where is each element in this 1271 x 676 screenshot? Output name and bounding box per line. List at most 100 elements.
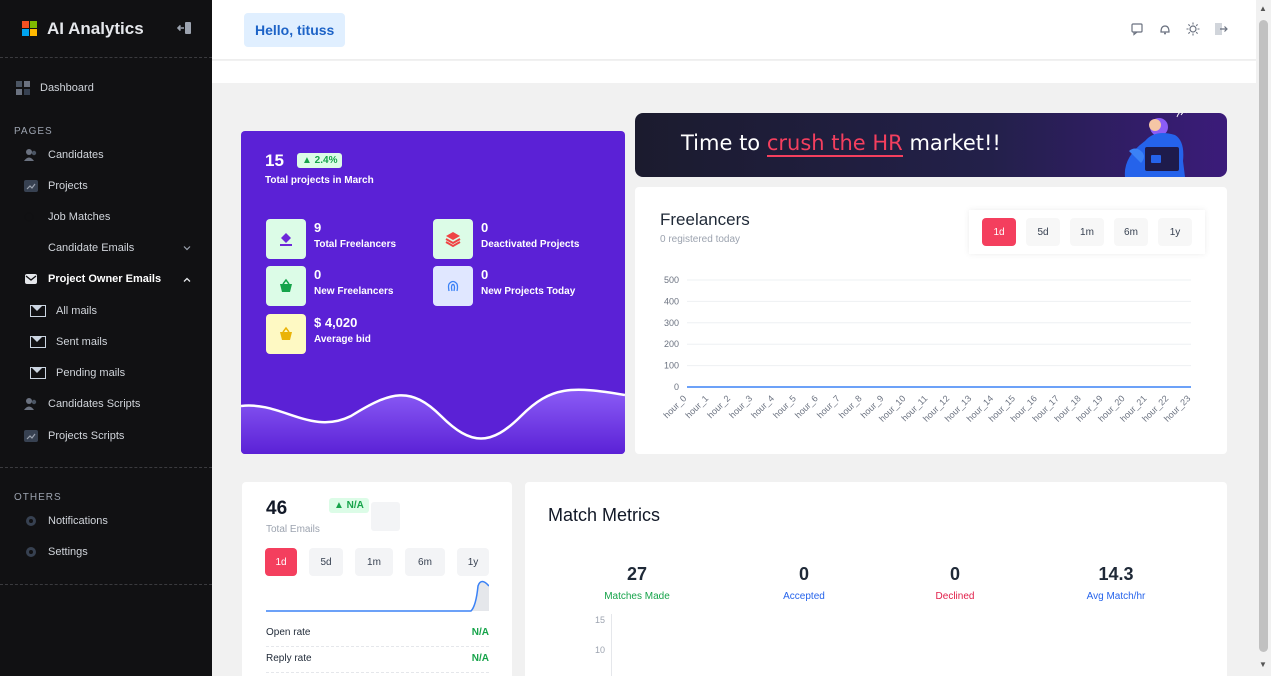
envelope-icon (30, 367, 46, 379)
range-6m-button[interactable]: 6m (405, 548, 445, 576)
range-1d-button[interactable]: 1d (265, 548, 297, 576)
metric-declined: 0 Declined (895, 564, 1015, 602)
metric-label: Accepted (783, 591, 825, 602)
decorative-wave (241, 388, 625, 454)
emails-change-badge: ▲ N/A (329, 498, 369, 513)
match-metrics-card: Match Metrics 27 Matches Made 0 Accepted… (525, 482, 1227, 676)
metric-matches-made: 27 Matches Made (577, 564, 697, 602)
metric-accepted: 0 Accepted (744, 564, 864, 602)
open-rate-value: N/A (471, 627, 489, 638)
chevron-up-icon[interactable] (183, 276, 191, 284)
metric-value: 27 (626, 564, 648, 584)
range-1d-button[interactable]: 1d (982, 218, 1016, 246)
stat-value: 0 (314, 267, 322, 282)
range-1y-button[interactable]: 1y (457, 548, 489, 576)
range-1y-button[interactable]: 1y (1158, 218, 1192, 246)
total-projects-value: 15 (265, 151, 284, 170)
sidebar-item-candidate-emails[interactable]: Candidate Emails (24, 239, 134, 257)
sidebar-item-projects-scripts[interactable]: Projects Scripts (24, 427, 124, 445)
page-scrollbar[interactable]: ▲ ▼ (1256, 0, 1271, 676)
range-1m-button[interactable]: 1m (355, 548, 393, 576)
sidebar-item-label: Settings (48, 546, 88, 558)
freelancers-title: Freelancers (660, 210, 750, 229)
y-tick-label: 100 (664, 361, 679, 371)
sidebar-subitem-all-mails[interactable]: All mails (30, 302, 97, 320)
mail-icon (24, 272, 38, 286)
open-rate-label: Open rate (266, 627, 311, 638)
banner-suffix: market!! (902, 131, 1001, 155)
emails-sparkline (266, 580, 489, 612)
chevron-down-icon[interactable] (183, 244, 191, 252)
metric-value: 0 (798, 564, 809, 584)
stat-value: 0 (481, 267, 489, 282)
range-1m-button[interactable]: 1m (1070, 218, 1104, 246)
stat-new-freelancers: 0 New Freelancers (266, 266, 394, 306)
freelancers-subtitle: 0 registered today (660, 234, 741, 245)
reply-rate-label: Reply rate (266, 653, 312, 664)
change-badge: ▲ 2.4% (297, 153, 343, 168)
stat-value: 0 (481, 220, 489, 235)
sidebar-item-candidates-scripts[interactable]: Candidates Scripts (24, 395, 140, 413)
sidebar-item-label: Candidates (48, 149, 104, 161)
sidebar-item-projects[interactable]: Projects (24, 177, 88, 195)
y-tick-label: 400 (664, 296, 679, 306)
x-tick-label: hour_0 (662, 393, 689, 420)
sidebar-subitem-pending-mails[interactable]: Pending mails (30, 364, 125, 382)
mail-icon (24, 241, 38, 255)
metric-label: Avg Match/hr (1086, 591, 1146, 602)
x-tick-label: hour_8 (837, 393, 864, 420)
metric-avg-match-hr: 14.3 Avg Match/hr (1056, 564, 1176, 602)
y-tick-label: 500 (664, 275, 679, 285)
freelancers-range-selector: 1d 5d 1m 6m 1y (969, 210, 1205, 254)
top-header: Hello, tituss (212, 0, 1256, 60)
sidebar-item-label: Projects (48, 180, 88, 192)
app-title: AI Analytics (47, 18, 144, 38)
sidebar-item-label: Dashboard (40, 82, 94, 94)
stat-label: Deactivated Projects (481, 239, 580, 250)
sidebar-item-project-owner-emails[interactable]: Project Owner Emails (24, 270, 161, 288)
scroll-down-icon[interactable]: ▼ (1259, 660, 1267, 669)
sidebar-item-dashboard[interactable]: Dashboard (16, 79, 94, 97)
stat-average-bid: $ 4,020 Average bid (266, 314, 371, 354)
section-label-pages: PAGES (14, 126, 53, 137)
freelancers-card: Freelancers 0 registered today 1d 5d 1m … (635, 187, 1227, 454)
x-tick-label: hour_5 (771, 393, 798, 420)
sun-icon[interactable] (1186, 22, 1200, 36)
users-icon (24, 148, 38, 162)
bell-icon[interactable] (1158, 22, 1172, 36)
header-icons (1130, 22, 1228, 36)
emails-range-selector: 1d 5d 1m 6m 1y (265, 548, 489, 576)
chat-icon[interactable] (1130, 22, 1144, 36)
dashboard-icon (16, 81, 30, 95)
chart-icon (24, 179, 38, 193)
gear-icon (24, 545, 38, 559)
fingerprint-icon (433, 266, 473, 306)
range-6m-button[interactable]: 6m (1114, 218, 1148, 246)
sidebar-item-candidates[interactable]: Candidates (24, 146, 104, 164)
range-5d-button[interactable]: 5d (309, 548, 343, 576)
sidebar-divider (0, 584, 212, 585)
emails-card: 46 ▲ N/A Total Emails 1d 5d 1m 6m 1y Ope… (242, 482, 512, 676)
sidebar-item-label: Candidates Scripts (48, 398, 141, 410)
stat-label: New Projects Today (481, 286, 576, 297)
y-axis-line (611, 614, 612, 676)
sidebar-item-notifications[interactable]: Notifications (24, 512, 108, 530)
scrollbar-thumb[interactable] (1259, 20, 1268, 652)
x-tick-label: hour_1 (683, 393, 710, 420)
scroll-up-icon[interactable]: ▲ (1259, 4, 1267, 13)
reply-rate-value: N/A (471, 653, 489, 664)
range-5d-button[interactable]: 5d (1026, 218, 1060, 246)
logout-icon[interactable] (1214, 22, 1228, 36)
stat-label: Average bid (314, 334, 371, 345)
collapse-sidebar-icon[interactable] (177, 20, 193, 36)
sidebar-subitem-sent-mails[interactable]: Sent mails (30, 333, 107, 351)
chart-icon (24, 429, 38, 443)
banner-highlight: crush the HR (766, 131, 903, 157)
metric-label: Matches Made (604, 591, 670, 602)
stat-total-freelancers: 9 Total Freelancers (266, 219, 396, 259)
total-projects-label: Total projects in March (265, 175, 374, 186)
sidebar-item-settings[interactable]: Settings (24, 543, 88, 561)
users-icon (24, 397, 38, 411)
sidebar-item-job-matches[interactable]: Job Matches (24, 208, 110, 226)
stat-label: New Freelancers (314, 286, 394, 297)
